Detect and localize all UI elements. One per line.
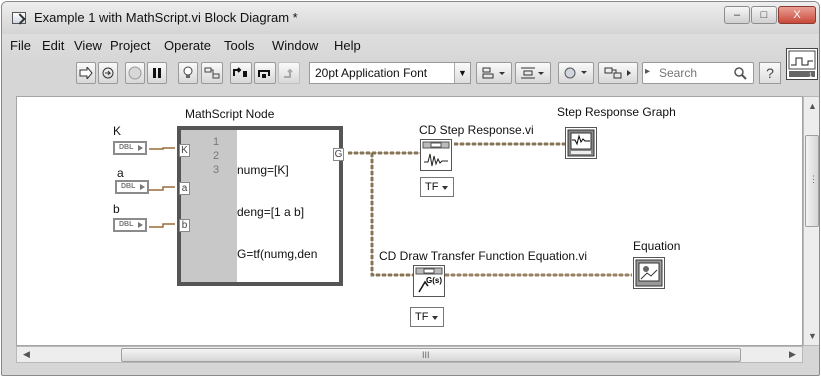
draw-tf-vi-label: CD Draw Transfer Function Equation.vi	[379, 249, 588, 263]
toolbar: 20pt Application Font ▼ ▸ ?	[2, 48, 819, 94]
font-selector-value: 20pt Application Font	[315, 66, 428, 80]
vertical-scrollbar[interactable]: ▲ ⋮ ▼	[803, 96, 819, 346]
retain-wire-values-icon[interactable]	[201, 62, 223, 84]
picture-indicator-icon[interactable]	[633, 257, 665, 289]
run-arrow-icon[interactable]	[76, 62, 96, 84]
step-into-icon[interactable]	[230, 62, 252, 84]
search-icon[interactable]	[733, 66, 747, 80]
tf-selector[interactable]: TF	[420, 177, 454, 197]
labview-app-icon	[12, 12, 26, 24]
mathscript-node-label: MathScript Node	[185, 107, 275, 121]
pause-icon[interactable]	[147, 62, 167, 84]
abort-icon[interactable]	[125, 62, 145, 84]
search-input[interactable]	[657, 65, 727, 81]
menu-edit[interactable]: Edit	[42, 38, 64, 53]
numeric-control-k[interactable]: DBL	[113, 141, 147, 155]
mathscript-node[interactable]: 1 2 3 numg=[K] deng=[1 a b] G=tf(numg,de…	[177, 126, 344, 289]
menu-tools[interactable]: Tools	[224, 38, 254, 53]
clean-up-diagram-icon[interactable]	[598, 62, 638, 84]
window-title: Example 1 with MathScript.vi Block Diagr…	[34, 10, 298, 25]
input-terminal-b[interactable]: b	[179, 219, 190, 232]
output-terminal-g[interactable]: G	[333, 148, 344, 161]
menu-bar: File Edit View Project Operate Tools Win…	[2, 34, 819, 56]
code-line: numg=[K]	[237, 163, 289, 177]
step-response-graph-label: Step Response Graph	[557, 105, 676, 119]
align-objects-icon[interactable]	[476, 62, 512, 84]
code-line: G=tf(numg,den	[237, 247, 318, 261]
svg-text:G(s): G(s)	[426, 276, 442, 285]
line-number: 3	[213, 164, 220, 176]
scroll-right-icon[interactable]: ▶	[789, 349, 796, 360]
horizontal-scrollbar[interactable]: ◀ III ▶	[16, 346, 803, 363]
line-number: 2	[213, 150, 220, 162]
chevron-down-icon: ▼	[454, 63, 470, 83]
search-box[interactable]: ▸	[642, 62, 754, 84]
menu-window[interactable]: Window	[272, 38, 318, 53]
maximize-button[interactable]: □	[751, 6, 777, 24]
horizontal-scroll-thumb[interactable]: III	[121, 348, 741, 362]
highlight-execution-icon[interactable]	[178, 62, 198, 84]
context-help-button[interactable]: ?	[759, 62, 781, 84]
menu-view[interactable]: View	[74, 38, 102, 53]
input-terminal-k[interactable]: K	[179, 144, 190, 157]
grip-icon: ⋮	[809, 174, 818, 184]
grip-icon: III	[422, 350, 430, 360]
close-button[interactable]: X	[778, 6, 816, 24]
minimize-button[interactable]: –	[724, 6, 750, 24]
code-line: deng=[1 a b]	[237, 205, 305, 219]
line-number: 1	[213, 136, 220, 148]
search-expand-icon: ▸	[645, 66, 651, 77]
step-response-vi-icon[interactable]	[420, 139, 452, 171]
labview-window: Example 1 with MathScript.vi Block Diagr…	[1, 1, 820, 376]
reorder-icon[interactable]	[558, 62, 594, 84]
vertical-scroll-thumb[interactable]: ⋮	[805, 135, 819, 227]
scroll-left-icon[interactable]: ◀	[23, 349, 30, 360]
waveform-graph-icon[interactable]	[565, 127, 597, 159]
step-over-icon[interactable]	[254, 62, 276, 84]
draw-tf-vi-icon[interactable]: G(s)	[413, 265, 445, 297]
run-continuously-icon[interactable]	[98, 62, 118, 84]
tf-selector[interactable]: TF	[410, 307, 444, 327]
distribute-objects-icon[interactable]	[515, 62, 551, 84]
scroll-up-icon[interactable]: ▲	[808, 101, 817, 111]
control-label-k: K	[113, 124, 122, 138]
control-label-a: a	[117, 166, 124, 180]
mathscript-code[interactable]: numg=[K] deng=[1 a b] G=tf(numg,den	[237, 135, 317, 289]
numeric-control-b[interactable]: DBL	[113, 218, 147, 232]
control-label-b: b	[113, 202, 120, 216]
scroll-down-icon[interactable]: ▼	[808, 331, 817, 341]
numeric-control-a[interactable]: DBL	[115, 180, 149, 194]
vi-icon[interactable]: 1	[786, 48, 818, 80]
title-bar[interactable]: Example 1 with MathScript.vi Block Diagr…	[2, 2, 819, 34]
menu-project[interactable]: Project	[110, 38, 150, 53]
menu-operate[interactable]: Operate	[164, 38, 211, 53]
input-terminal-a[interactable]: a	[179, 182, 190, 195]
font-selector[interactable]: 20pt Application Font ▼	[309, 62, 471, 84]
step-out-icon[interactable]	[278, 62, 300, 84]
menu-file[interactable]: File	[10, 38, 31, 53]
step-response-vi-label: CD Step Response.vi	[419, 123, 534, 137]
block-diagram-canvas[interactable]: K DBL a DBL b DBL MathScript Node 1 2 3 …	[16, 96, 803, 346]
equation-label: Equation	[633, 239, 681, 253]
menu-help[interactable]: Help	[334, 38, 361, 53]
